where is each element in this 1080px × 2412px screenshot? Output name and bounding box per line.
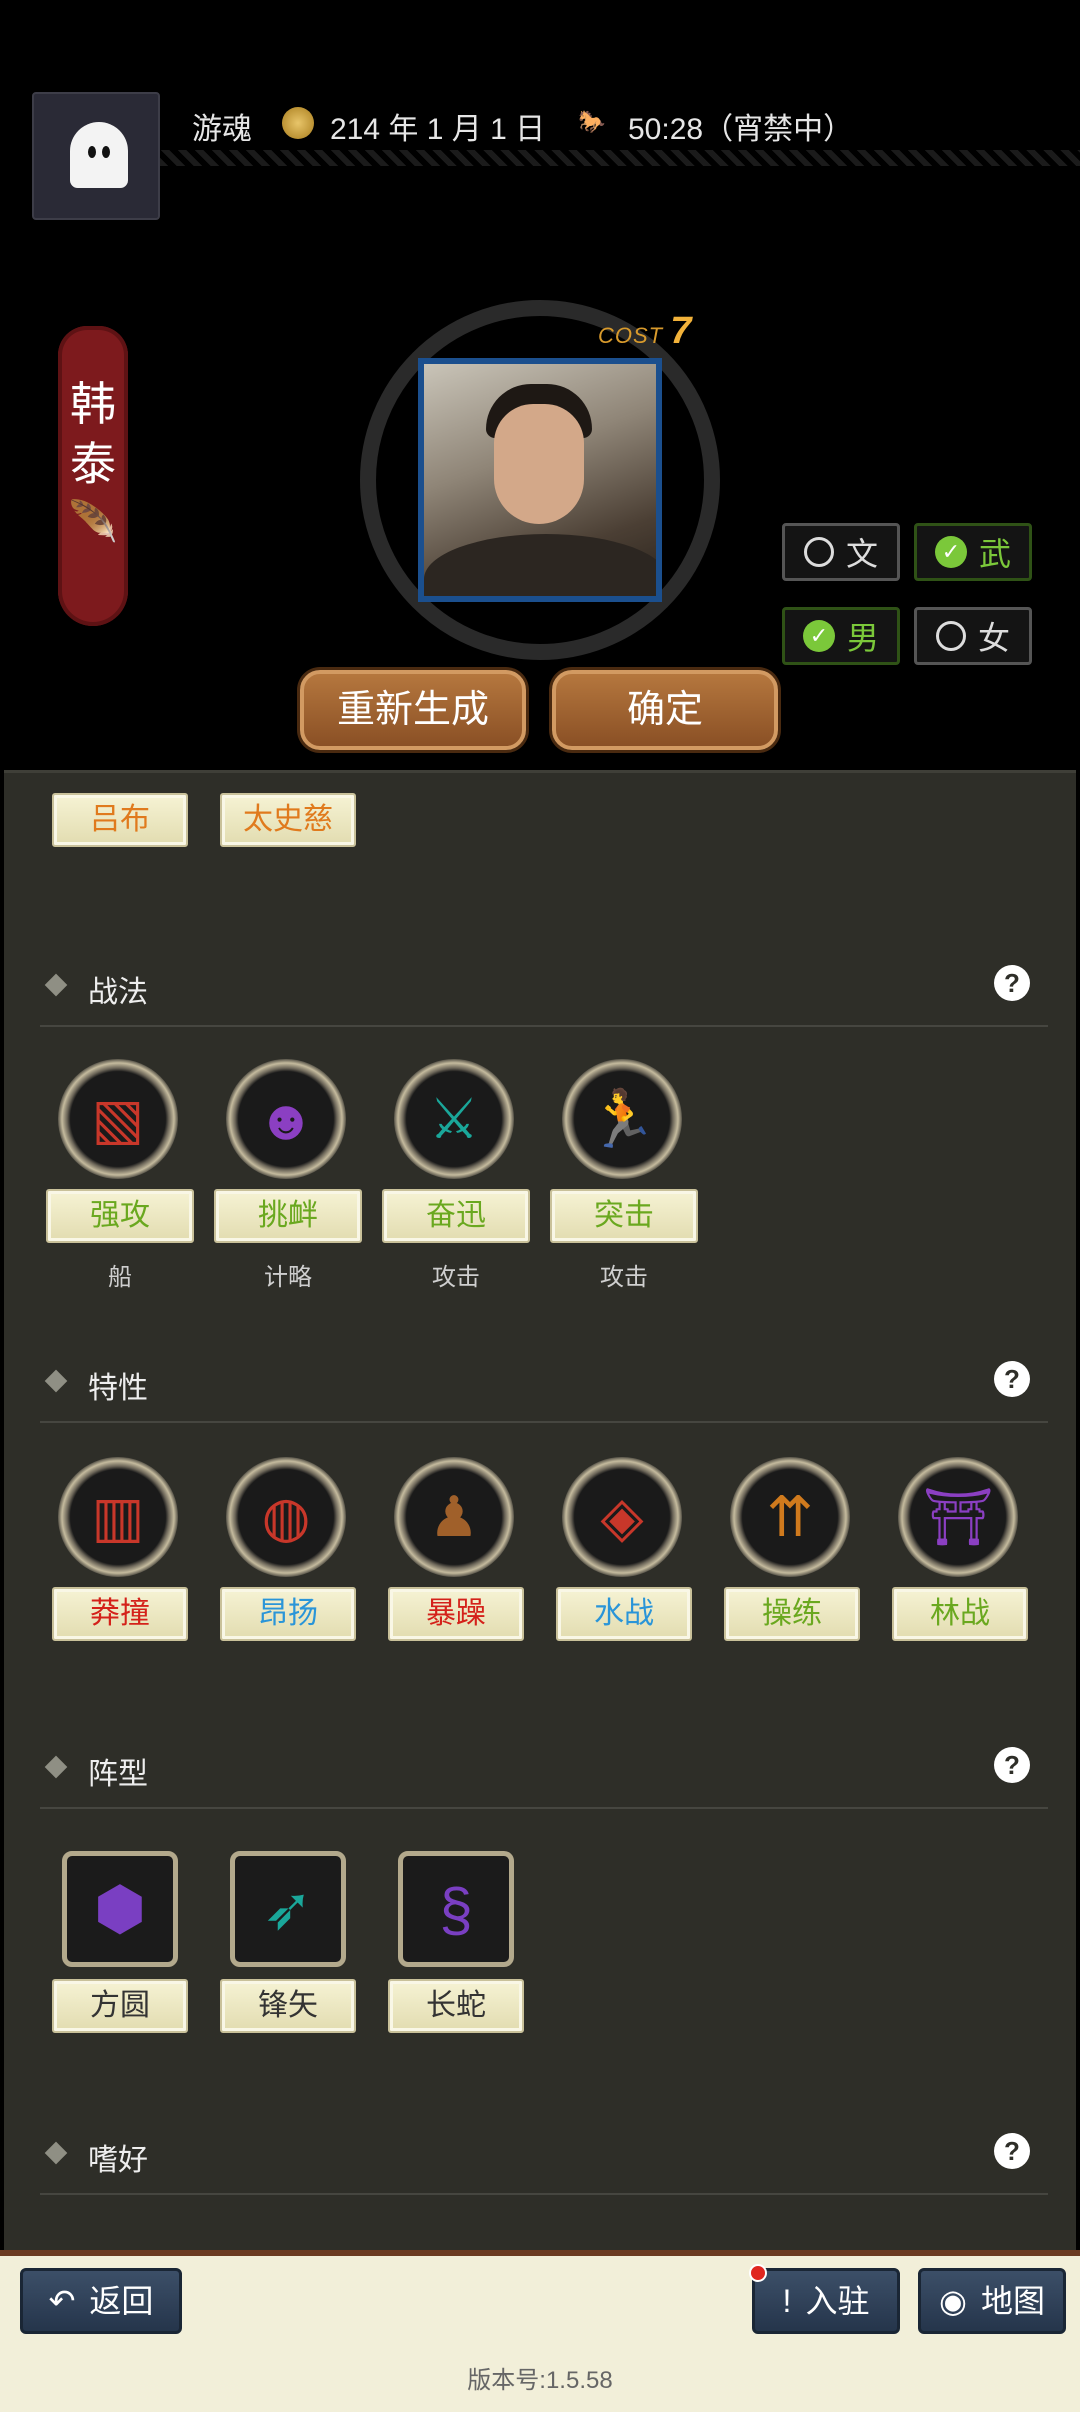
toggle-wu[interactable]: ✓ 武	[914, 523, 1032, 581]
formation-label[interactable]: 长蛇	[388, 1979, 524, 2033]
cost-label: COST	[598, 323, 664, 348]
diamond-icon	[44, 2141, 68, 2165]
cost-display: COST 7	[598, 310, 692, 353]
exclamation-icon: !	[782, 2283, 792, 2319]
trait-label[interactable]: 暴躁	[388, 1587, 524, 1641]
version-text: 版本号:1.5.58	[467, 2367, 613, 2394]
toggle-female-label: 女	[977, 620, 1010, 656]
tactic-icon-charge[interactable]: 🏃	[562, 1059, 682, 1179]
tactic-label[interactable]: 挑衅	[214, 1189, 362, 1243]
trait-label[interactable]: 莽撞	[52, 1587, 188, 1641]
toggle-male-label: 男	[846, 620, 879, 656]
formation-icon-arrowhead[interactable]: ➶	[230, 1851, 346, 1967]
character-name-2: 泰	[70, 437, 116, 491]
bottom-bar: ↶ 返回 ! 入驻 ◉ 地图 版本号:1.5.58	[0, 2250, 1080, 2412]
tactic-type: 攻击	[600, 1264, 648, 1291]
coin-icon	[282, 107, 314, 139]
trait-icon-drill[interactable]: ⇈	[730, 1457, 850, 1577]
tactic-type: 攻击	[432, 1264, 480, 1291]
help-icon[interactable]: ?	[994, 2133, 1030, 2169]
radio-empty-icon	[803, 537, 834, 567]
tactic-label[interactable]: 奋迅	[382, 1189, 530, 1243]
back-label: 返回	[89, 2283, 154, 2319]
map-button[interactable]: ◉ 地图	[918, 2268, 1066, 2334]
toggle-male[interactable]: ✓ 男	[782, 607, 900, 665]
diamond-icon	[44, 1369, 68, 1393]
character-portrait	[418, 358, 662, 602]
toggle-wu-label: 武	[978, 536, 1011, 572]
help-icon[interactable]: ?	[994, 1747, 1030, 1783]
trait-icon-irritable[interactable]: ♟	[394, 1457, 514, 1577]
section-hobbies: 嗜好 ?	[40, 2115, 1048, 2195]
section-title: 阵型	[88, 1758, 148, 1791]
toggle-female[interactable]: 女	[914, 607, 1032, 665]
details-panel[interactable]: 吕布 太史慈 战法 ? ▧ ☻ ⚔ 🏃 强攻 挑衅 奋迅 突击 船 计略 攻击 …	[4, 770, 1076, 2250]
player-name: 游魂	[192, 113, 252, 146]
tactic-icon-swift[interactable]: ⚔	[394, 1059, 514, 1179]
map-label: 地图	[980, 2283, 1045, 2319]
curfew-timer: 50:28（宵禁中）	[628, 113, 854, 146]
station-button[interactable]: ! 入驻	[752, 2268, 900, 2334]
cost-value: 7	[670, 310, 693, 352]
tactic-type: 船	[108, 1264, 132, 1291]
trait-icon-forest-battle[interactable]: ⛩	[898, 1457, 1018, 1577]
check-icon: ✓	[934, 536, 967, 568]
decorative-divider	[160, 150, 1080, 166]
section-tactics: 战法 ?	[40, 947, 1048, 1027]
character-name-1: 韩	[70, 377, 116, 431]
toggle-wen[interactable]: 文	[782, 523, 900, 581]
quill-edit-icon: 🪶	[68, 500, 118, 544]
tactic-icon-taunt[interactable]: ☻	[226, 1059, 346, 1179]
tactic-label[interactable]: 强攻	[46, 1189, 194, 1243]
horse-icon: 🐎	[578, 109, 606, 134]
diamond-icon	[44, 973, 68, 997]
section-formations: 阵型 ?	[40, 1729, 1048, 1809]
trait-label[interactable]: 林战	[892, 1587, 1028, 1641]
check-icon: ✓	[802, 620, 835, 652]
globe-icon: ◉	[939, 2283, 967, 2319]
section-title: 战法	[88, 976, 148, 1009]
tactic-label[interactable]: 突击	[550, 1189, 698, 1243]
toggle-wen-label: 文	[845, 536, 878, 572]
radio-empty-icon	[935, 621, 966, 651]
tactic-type: 计略	[264, 1264, 312, 1291]
game-date: 214 年 1 月 1 日	[330, 113, 546, 146]
help-icon[interactable]: ?	[994, 1361, 1030, 1397]
trait-label[interactable]: 操练	[724, 1587, 860, 1641]
trait-icon-high-spirit[interactable]: ◍	[226, 1457, 346, 1577]
confirm-button[interactable]: 确定	[552, 670, 778, 750]
regenerate-button[interactable]: 重新生成	[300, 670, 526, 750]
station-label: 入驻	[805, 2283, 870, 2319]
trait-label[interactable]: 昂扬	[220, 1587, 356, 1641]
related-general-tag[interactable]: 吕布	[52, 793, 188, 847]
player-avatar[interactable]	[32, 92, 160, 220]
formation-icon-square-circle[interactable]: ⬢	[62, 1851, 178, 1967]
ghost-icon	[70, 122, 128, 188]
tactic-icon-strong-attack[interactable]: ▧	[58, 1059, 178, 1179]
trait-icon-reckless[interactable]: ▥	[58, 1457, 178, 1577]
back-button[interactable]: ↶ 返回	[20, 2268, 182, 2334]
section-title: 特性	[88, 1372, 148, 1405]
formation-label[interactable]: 方圆	[52, 1979, 188, 2033]
help-icon[interactable]: ?	[994, 965, 1030, 1001]
trait-label[interactable]: 水战	[556, 1587, 692, 1641]
return-arrow-icon: ↶	[48, 2283, 76, 2319]
trait-icon-water-battle[interactable]: ◈	[562, 1457, 682, 1577]
diamond-icon	[44, 1755, 68, 1779]
notification-dot	[749, 2264, 767, 2282]
name-banner[interactable]: 韩 泰 🪶	[58, 326, 128, 626]
formation-icon-long-snake[interactable]: §	[398, 1851, 514, 1967]
section-title: 嗜好	[88, 2144, 148, 2177]
related-general-tag[interactable]: 太史慈	[220, 793, 356, 847]
formation-label[interactable]: 锋矢	[220, 1979, 356, 2033]
section-traits: 特性 ?	[40, 1343, 1048, 1423]
